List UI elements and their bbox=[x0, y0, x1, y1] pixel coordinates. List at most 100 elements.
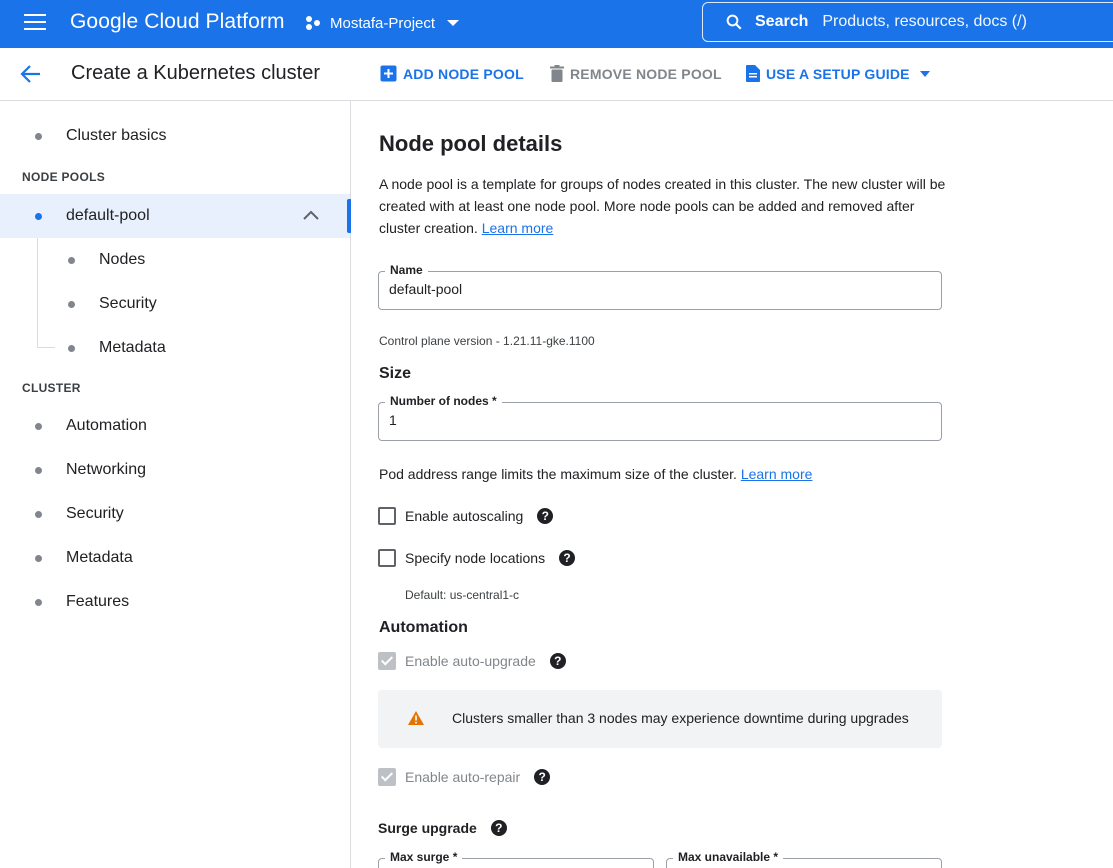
auto-repair-label: Enable auto-repair bbox=[405, 769, 521, 785]
sidebar-item-pool-security[interactable]: Security bbox=[0, 282, 350, 326]
setup-guide-button[interactable]: USE A SETUP GUIDE bbox=[746, 65, 936, 82]
section-title: Node pool details bbox=[379, 131, 563, 156]
bullet-icon bbox=[68, 344, 75, 352]
specify-locations-label: Specify node locations bbox=[405, 550, 546, 566]
bullet-icon bbox=[35, 422, 42, 430]
chevron-down-icon bbox=[447, 20, 460, 26]
enable-autoscaling-label: Enable autoscaling bbox=[405, 508, 524, 524]
specify-locations-row[interactable]: Specify node locations ? bbox=[378, 549, 576, 567]
active-indicator bbox=[347, 199, 351, 233]
bullet-icon bbox=[35, 212, 42, 220]
back-arrow-icon[interactable] bbox=[20, 64, 42, 84]
sidebar-item-pool-metadata[interactable]: Metadata bbox=[0, 326, 350, 370]
search-bar[interactable]: Search Products, resources, docs (/) bbox=[702, 2, 1113, 42]
bullet-icon bbox=[35, 510, 42, 518]
sidebar-item-metadata[interactable]: Metadata bbox=[0, 536, 350, 580]
remove-node-pool-label: REMOVE NODE POOL bbox=[570, 65, 722, 82]
search-icon bbox=[726, 14, 742, 30]
brand-title[interactable]: Google Cloud Platform bbox=[70, 10, 285, 34]
setup-guide-label: USE A SETUP GUIDE bbox=[766, 65, 910, 82]
page-header: Create a Kubernetes cluster ADD NODE POO… bbox=[0, 48, 1113, 101]
search-label: Search bbox=[755, 13, 809, 30]
auto-upgrade-label: Enable auto-upgrade bbox=[405, 653, 536, 669]
number-of-nodes-input[interactable] bbox=[389, 412, 909, 428]
chevron-up-icon[interactable] bbox=[303, 210, 319, 220]
number-of-nodes-label: Number of nodes * bbox=[385, 394, 502, 408]
bullet-icon bbox=[35, 132, 42, 140]
main-content: Node pool details A node pool is a templ… bbox=[352, 101, 1113, 868]
add-box-icon bbox=[380, 65, 397, 82]
default-location: Default: us-central1-c bbox=[405, 588, 520, 602]
specify-locations-checkbox[interactable] bbox=[378, 549, 396, 567]
warning-banner: Clusters smaller than 3 nodes may experi… bbox=[378, 690, 942, 748]
sidebar-item-default-pool[interactable]: default-pool bbox=[0, 194, 350, 238]
enable-autoscaling-checkbox[interactable] bbox=[378, 507, 396, 525]
add-node-pool-label: ADD NODE POOL bbox=[403, 65, 524, 82]
trash-icon bbox=[550, 65, 564, 82]
name-field[interactable]: Name bbox=[378, 263, 942, 310]
page-title: Create a Kubernetes cluster bbox=[71, 62, 321, 84]
enable-autoscaling-row[interactable]: Enable autoscaling ? bbox=[378, 507, 554, 525]
sidebar-item-label: Networking bbox=[66, 461, 147, 478]
bullet-icon bbox=[35, 466, 42, 474]
description-text: A node pool is a template for groups of … bbox=[379, 176, 946, 236]
sidebar-item-features[interactable]: Features bbox=[0, 580, 350, 624]
name-field-label: Name bbox=[385, 263, 428, 277]
pod-learn-more-link[interactable]: Learn more bbox=[741, 466, 813, 482]
max-surge-label: Max surge * bbox=[385, 850, 463, 864]
top-app-bar: Google Cloud Platform Mostafa-Project Se… bbox=[0, 0, 1113, 48]
sidebar-item-label: Metadata bbox=[66, 549, 133, 566]
document-icon bbox=[746, 65, 760, 82]
sidebar-item-cluster-basics[interactable]: Cluster basics bbox=[0, 114, 350, 158]
sidebar-item-security[interactable]: Security bbox=[0, 492, 350, 536]
sidebar-item-automation[interactable]: Automation bbox=[0, 404, 350, 448]
bullet-icon bbox=[35, 598, 42, 606]
auto-upgrade-checkbox bbox=[378, 652, 396, 670]
section-description: A node pool is a template for groups of … bbox=[379, 173, 954, 239]
project-name: Mostafa-Project bbox=[330, 14, 436, 32]
project-selector[interactable]: Mostafa-Project bbox=[306, 12, 460, 34]
sidebar-item-nodes[interactable]: Nodes bbox=[0, 238, 350, 282]
sidebar-item-label: Nodes bbox=[99, 251, 146, 268]
add-node-pool-button[interactable]: ADD NODE POOL bbox=[380, 65, 524, 82]
name-input[interactable] bbox=[389, 281, 909, 297]
help-icon[interactable]: ? bbox=[559, 550, 576, 566]
auto-repair-checkbox bbox=[378, 768, 396, 786]
max-unavailable-field[interactable]: Max unavailable * bbox=[666, 850, 942, 868]
help-icon[interactable]: ? bbox=[534, 769, 551, 785]
search-placeholder: Products, resources, docs (/) bbox=[822, 13, 1027, 30]
learn-more-link[interactable]: Learn more bbox=[482, 220, 554, 236]
auto-upgrade-row: Enable auto-upgrade ? bbox=[378, 652, 566, 670]
automation-heading: Automation bbox=[379, 619, 468, 636]
sidebar: Cluster basics NODE POOLS default-pool N… bbox=[0, 101, 351, 868]
sidebar-item-label: default-pool bbox=[66, 207, 150, 224]
auto-repair-row: Enable auto-repair ? bbox=[378, 768, 551, 786]
max-unavailable-label: Max unavailable * bbox=[673, 850, 784, 864]
warning-text: Clusters smaller than 3 nodes may experi… bbox=[452, 710, 909, 726]
caret-down-icon bbox=[919, 70, 930, 77]
max-surge-field[interactable]: Max surge * bbox=[378, 850, 654, 868]
size-heading: Size bbox=[379, 365, 412, 382]
pod-range-note: Pod address range limits the maximum siz… bbox=[379, 466, 812, 482]
project-icon bbox=[306, 15, 322, 31]
section-label-cluster: CLUSTER bbox=[22, 381, 81, 395]
sidebar-item-networking[interactable]: Networking bbox=[0, 448, 350, 492]
help-icon[interactable]: ? bbox=[537, 508, 554, 524]
help-icon[interactable]: ? bbox=[490, 820, 507, 836]
number-of-nodes-field[interactable]: Number of nodes * bbox=[378, 394, 942, 441]
section-label-node-pools: NODE POOLS bbox=[22, 170, 106, 184]
sidebar-item-label: Cluster basics bbox=[66, 127, 167, 144]
bullet-icon bbox=[68, 300, 75, 308]
bullet-icon bbox=[35, 554, 42, 562]
sidebar-item-label: Automation bbox=[66, 417, 147, 434]
bullet-icon bbox=[68, 256, 75, 264]
remove-node-pool-button[interactable]: REMOVE NODE POOL bbox=[550, 65, 722, 82]
sidebar-item-label: Features bbox=[66, 593, 130, 610]
warning-icon bbox=[408, 711, 424, 725]
menu-icon[interactable] bbox=[24, 14, 46, 32]
pod-range-text: Pod address range limits the maximum siz… bbox=[379, 466, 737, 482]
surge-upgrade-heading-row: Surge upgrade ? bbox=[378, 820, 507, 836]
help-icon[interactable]: ? bbox=[549, 653, 566, 669]
sidebar-item-label: Security bbox=[66, 505, 124, 522]
control-plane-version: Control plane version - 1.21.11-gke.1100 bbox=[379, 334, 595, 348]
